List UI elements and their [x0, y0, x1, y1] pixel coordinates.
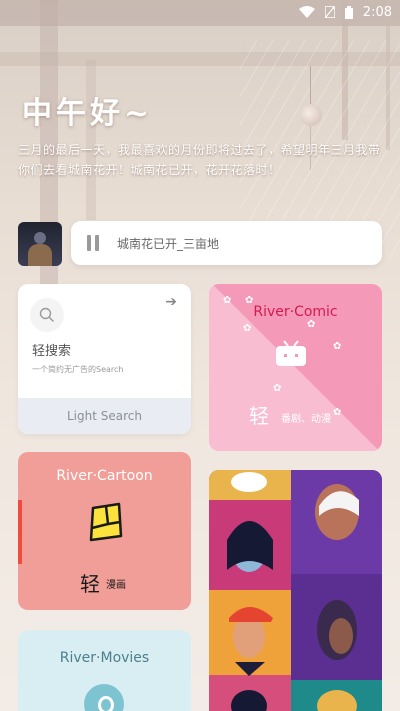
wifi-icon [298, 6, 315, 18]
cartoon-card-big: 轻 [80, 572, 100, 596]
illustration-card[interactable] [209, 470, 382, 711]
pause-icon[interactable] [87, 235, 101, 251]
movie-play-icon [84, 684, 124, 711]
sim-icon [324, 6, 335, 18]
battery-icon [344, 5, 353, 19]
light-search-button[interactable]: Light Search [18, 398, 191, 434]
comic-card-big: 轻 [249, 404, 269, 428]
river-cartoon-card[interactable]: River·Cartoon 轻 漫画 [18, 452, 191, 610]
comic-book-icon [89, 502, 123, 542]
search-card-subtitle: 一个简约无广告的Search [32, 365, 124, 374]
wind-chime-icon [300, 104, 322, 126]
greeting-title: 中午好~ [22, 96, 154, 131]
cartoon-card-small: 漫画 [106, 580, 126, 591]
light-search-card[interactable]: ➔ 轻搜索 一个简约无广告的Search Light Search [18, 284, 191, 434]
cartoon-card-title: River·Cartoon [56, 468, 153, 484]
cartoon-accent-bar [18, 500, 22, 564]
comic-card-title: River·Comic [253, 304, 338, 320]
comic-card-small: 番剧、动漫 [281, 414, 331, 425]
greeting-quote: 三月的最后一天，我最喜欢的月份即将过去了，希望明年三月我带你们去看城南花开！城南… [18, 143, 381, 177]
status-time: 2:08 [362, 4, 392, 20]
search-card-title: 轻搜索 [32, 344, 72, 359]
search-icon [30, 298, 64, 332]
movies-card-title: River·Movies [59, 650, 150, 666]
illustration-art [209, 470, 382, 711]
song-title: 城南花已开_三亩地 [117, 236, 220, 251]
status-bar: 2:08 [0, 0, 400, 24]
river-comic-card[interactable]: ✿ ✿ ✿ ✿ ✿ ✿ ✿ River·Comic 轻 番剧、动漫 [209, 284, 382, 451]
album-cover[interactable] [18, 222, 62, 266]
tv-icon [276, 340, 306, 366]
music-player[interactable]: 城南花已开_三亩地 [71, 221, 382, 265]
arrow-right-icon[interactable]: ➔ [165, 294, 177, 310]
river-movies-card[interactable]: River·Movies [18, 630, 191, 711]
